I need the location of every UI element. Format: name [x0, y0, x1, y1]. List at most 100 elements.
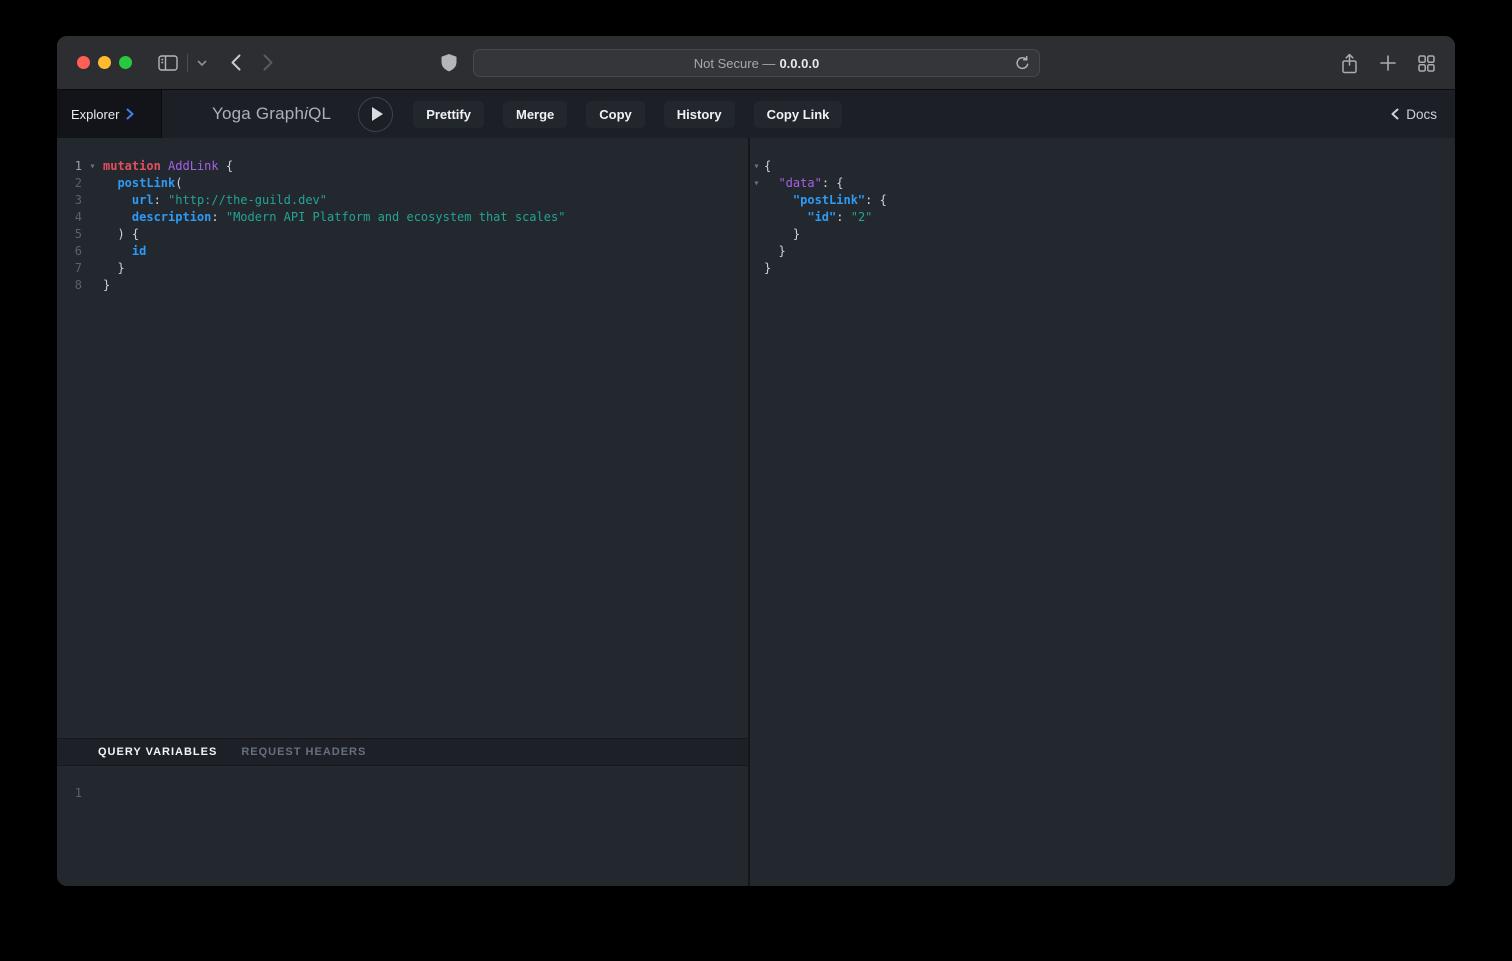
code-text: description: "Modern API Platform and ec… — [103, 209, 565, 226]
traffic-lights — [77, 56, 132, 69]
docs-label: Docs — [1406, 107, 1437, 122]
query-pane: 1▾mutation AddLink {2 postLink(3 url: "h… — [57, 138, 748, 886]
query-variables-editor[interactable]: 1 — [57, 766, 748, 886]
query-editor[interactable]: 1▾mutation AddLink {2 postLink(3 url: "h… — [57, 138, 748, 738]
fold-gutter-spacer — [82, 175, 103, 192]
fold-gutter-spacer — [82, 260, 103, 277]
code-line: 3 url: "http://the-guild.dev" — [57, 192, 748, 209]
tab-request-headers[interactable]: REQUEST HEADERS — [241, 746, 366, 758]
toolbar-buttons: Prettify Merge Copy History Copy Link — [413, 101, 842, 128]
prettify-button[interactable]: Prettify — [413, 101, 484, 128]
browser-window: Not Secure — 0.0.0.0 — [57, 36, 1455, 886]
code-text: postLink( — [103, 175, 182, 192]
execute-query-button[interactable] — [358, 97, 393, 132]
fold-gutter-spacer — [82, 243, 103, 260]
merge-button[interactable]: Merge — [503, 101, 567, 128]
back-button-icon[interactable] — [231, 54, 241, 71]
new-tab-icon[interactable] — [1380, 55, 1396, 71]
toolbar-separator — [187, 54, 188, 72]
tab-overview-icon[interactable] — [1418, 55, 1435, 72]
code-line: "postLink": { — [750, 192, 1455, 209]
code-line: } — [750, 226, 1455, 243]
code-text: "data": { — [764, 175, 844, 192]
fold-gutter-spacer — [750, 226, 763, 243]
copy-button[interactable]: Copy — [586, 101, 645, 128]
code-line: 2 postLink( — [57, 175, 748, 192]
graphiql-content: 1▾mutation AddLink {2 postLink(3 url: "h… — [57, 138, 1455, 886]
logo-prefix: Yoga Graph — [212, 104, 304, 123]
code-text: ) { — [103, 226, 139, 243]
code-line: 4 description: "Modern API Platform and … — [57, 209, 748, 226]
fold-gutter-spacer — [750, 209, 763, 226]
play-icon — [372, 107, 383, 121]
code-text: mutation AddLink { — [103, 158, 233, 175]
code-line: ▾{ — [750, 158, 1455, 175]
copy-link-button[interactable]: Copy Link — [754, 101, 843, 128]
code-text: id — [103, 243, 146, 260]
explorer-toggle[interactable]: Explorer — [57, 90, 162, 138]
explorer-label: Explorer — [71, 107, 119, 122]
line-number: 2 — [57, 175, 82, 192]
code-text: { — [764, 158, 771, 175]
fold-gutter-spacer — [750, 243, 763, 260]
line-number: 6 — [57, 243, 82, 260]
url-security-label: Not Secure — — [694, 56, 776, 71]
line-number: 7 — [57, 260, 82, 277]
app-logo: Yoga GraphiQL — [212, 104, 331, 124]
code-text: } — [103, 277, 110, 294]
fold-gutter-spacer — [750, 260, 763, 277]
fold-arrow-icon[interactable]: ▾ — [82, 158, 103, 175]
line-number: 8 — [57, 277, 82, 294]
line-number: 1 — [57, 158, 82, 175]
code-text: } — [764, 260, 771, 277]
fold-gutter-spacer — [82, 226, 103, 243]
code-text: url: "http://the-guild.dev" — [103, 192, 327, 209]
minimize-window-button[interactable] — [98, 56, 111, 69]
code-line: 8} — [57, 277, 748, 294]
code-line: 7 } — [57, 260, 748, 277]
zoom-window-button[interactable] — [119, 56, 132, 69]
graphiql-toolbar: Explorer Yoga GraphiQL Prettify Merge Co… — [57, 90, 1455, 138]
line-number: 1 — [57, 785, 82, 802]
code-line: } — [750, 260, 1455, 277]
browser-nav-group — [158, 54, 273, 72]
reload-icon[interactable] — [1014, 55, 1031, 72]
tab-query-variables[interactable]: QUERY VARIABLES — [98, 746, 217, 758]
fold-gutter-spacer — [82, 209, 103, 226]
fold-gutter-spacer — [82, 785, 103, 802]
url-host: 0.0.0.0 — [779, 56, 819, 71]
privacy-shield-icon[interactable] — [441, 54, 457, 72]
forward-button-icon[interactable] — [263, 54, 273, 71]
fold-arrow-icon[interactable]: ▾ — [750, 175, 763, 192]
code-line: 1 — [57, 785, 748, 802]
code-line: 1▾mutation AddLink { — [57, 158, 748, 175]
share-icon[interactable] — [1341, 53, 1358, 74]
titlebar-right-icons — [1341, 36, 1435, 90]
code-text: "postLink": { — [764, 192, 887, 209]
browser-titlebar: Not Secure — 0.0.0.0 — [57, 36, 1455, 90]
fold-gutter-spacer — [82, 192, 103, 209]
logo-suffix: QL — [308, 104, 331, 123]
close-window-button[interactable] — [77, 56, 90, 69]
fold-arrow-icon[interactable]: ▾ — [750, 158, 763, 175]
secondary-editor-tabs: QUERY VARIABLES REQUEST HEADERS — [57, 738, 748, 766]
address-bar[interactable]: Not Secure — 0.0.0.0 — [473, 49, 1040, 77]
code-line: 6 id — [57, 243, 748, 260]
docs-toggle[interactable]: Docs — [1391, 107, 1437, 122]
code-text: } — [764, 243, 786, 260]
sidebar-toggle-icon[interactable] — [158, 55, 178, 71]
line-number: 4 — [57, 209, 82, 226]
chevron-down-icon[interactable] — [197, 60, 207, 66]
code-line: "id": "2" — [750, 209, 1455, 226]
code-text: } — [764, 226, 800, 243]
response-panel: ▾{▾ "data": { "postLink": { "id": "2" } … — [750, 138, 1455, 886]
code-text: } — [103, 260, 125, 277]
line-number: 3 — [57, 192, 82, 209]
code-line: } — [750, 243, 1455, 260]
line-number: 5 — [57, 226, 82, 243]
chevron-right-icon — [126, 108, 134, 120]
fold-gutter-spacer — [750, 192, 763, 209]
fold-gutter-spacer — [82, 277, 103, 294]
history-button[interactable]: History — [664, 101, 735, 128]
chevron-left-icon — [1391, 108, 1399, 120]
